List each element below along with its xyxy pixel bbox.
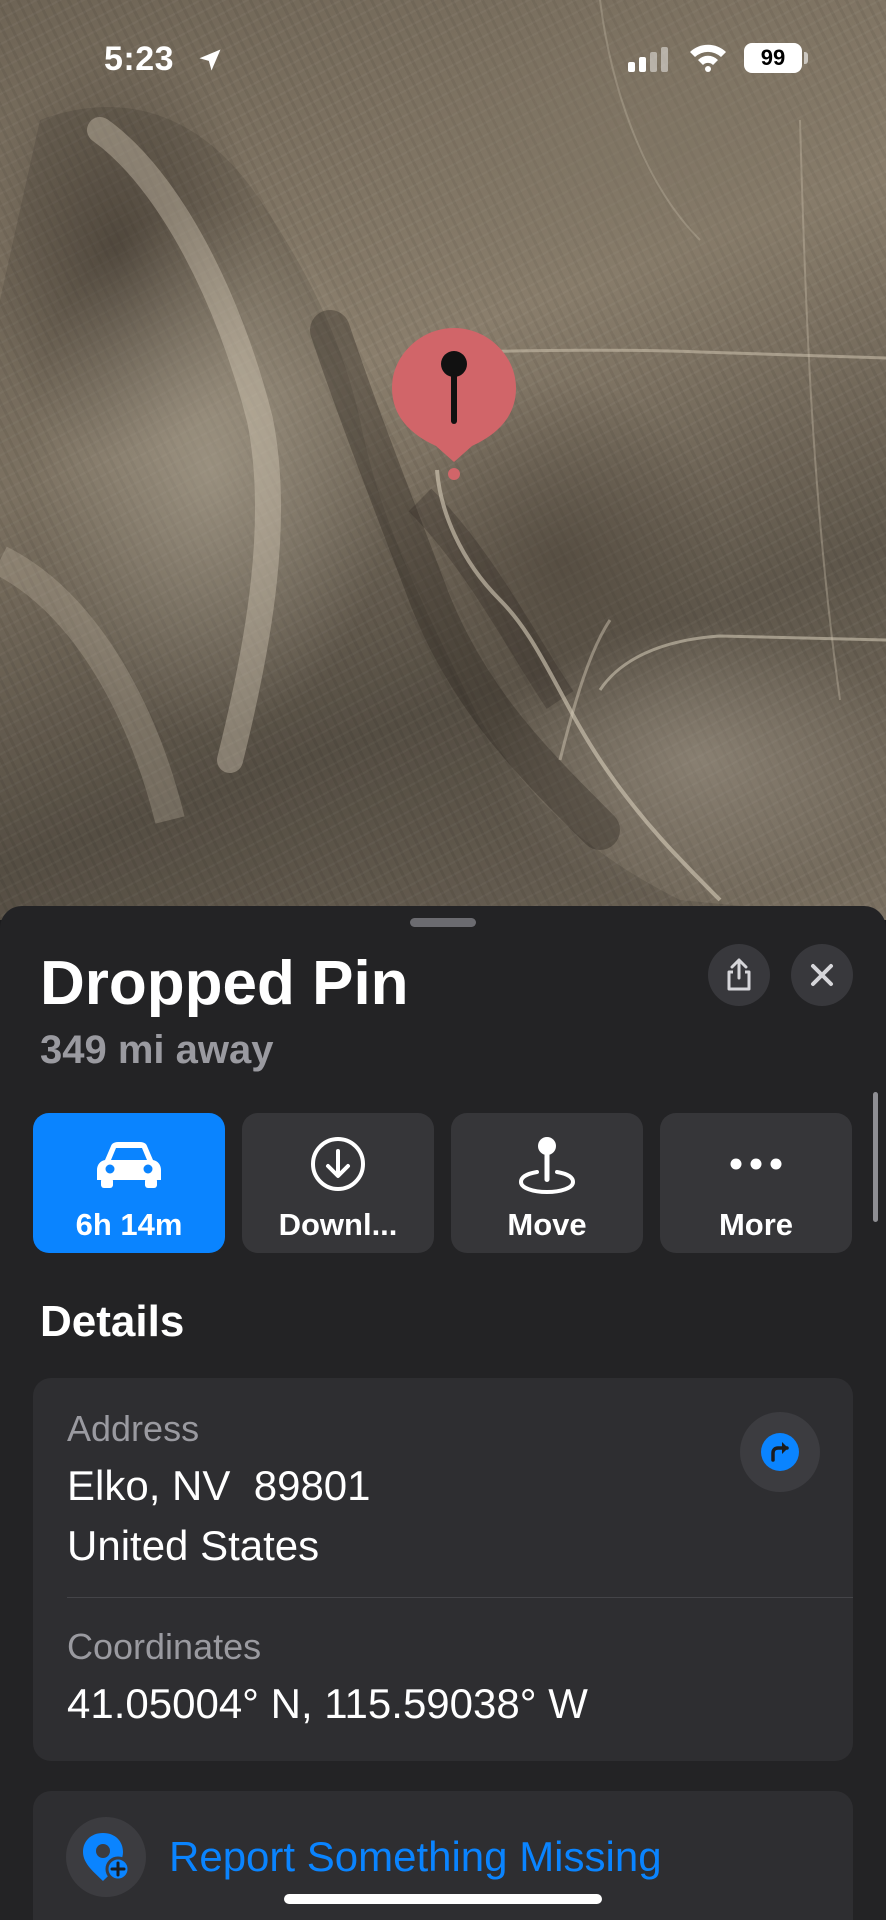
share-icon	[727, 958, 751, 991]
share-button[interactable]	[708, 944, 770, 1006]
download-label: Downl...	[278, 1207, 398, 1242]
ellipsis-icon	[730, 1158, 782, 1170]
add-place-pin-icon	[83, 1833, 131, 1882]
close-button[interactable]	[791, 944, 853, 1006]
move-label: Move	[507, 1207, 587, 1242]
scroll-indicator	[873, 1092, 878, 1222]
report-icon-container	[66, 1817, 146, 1897]
sheet-grabber[interactable]	[410, 918, 476, 927]
details-card: Address Elko, NV 89801 United States Coo…	[33, 1378, 853, 1761]
details-divider	[67, 1597, 853, 1598]
satellite-map[interactable]: 5:23 99	[0, 0, 886, 920]
cellular-signal-icon	[628, 47, 668, 72]
drive-time-label: 6h 14m	[75, 1207, 183, 1242]
move-pin-icon	[518, 1137, 576, 1195]
home-indicator[interactable]	[284, 1894, 602, 1904]
address-line-2[interactable]: United States	[67, 1516, 319, 1576]
wifi-icon	[690, 44, 726, 72]
place-card-sheet: Dropped Pin 349 mi away 6h 14m Downl... …	[0, 906, 886, 1920]
battery-icon: 99	[744, 43, 802, 73]
address-label: Address	[67, 1408, 200, 1449]
details-heading: Details	[40, 1297, 185, 1346]
download-icon	[311, 1137, 365, 1191]
place-title: Dropped Pin	[40, 949, 409, 1018]
dropped-pin-marker[interactable]	[392, 326, 516, 486]
place-distance: 349 mi away	[40, 1028, 274, 1072]
status-bar: 5:23 99	[0, 0, 886, 120]
download-button[interactable]: Downl...	[242, 1113, 434, 1253]
close-icon	[811, 964, 833, 986]
turn-arrow-icon	[761, 1433, 799, 1471]
battery-tip	[804, 52, 808, 64]
move-pin-button[interactable]: Move	[451, 1113, 643, 1253]
location-arrow-icon	[199, 49, 221, 71]
more-label: More	[718, 1207, 794, 1242]
status-time: 5:23	[104, 40, 175, 78]
car-icon	[97, 1142, 161, 1188]
directions-drive-button[interactable]: 6h 14m	[33, 1113, 225, 1253]
report-label: Report Something Missing	[169, 1833, 662, 1880]
address-line-1[interactable]: Elko, NV 89801	[67, 1456, 371, 1516]
more-button[interactable]: More	[660, 1113, 852, 1253]
coordinates-value[interactable]: 41.05004° N, 115.59038° W	[67, 1674, 588, 1734]
action-button-row: 6h 14m Downl... Move More	[33, 1113, 853, 1253]
coordinates-label: Coordinates	[67, 1626, 262, 1667]
address-directions-button[interactable]	[740, 1412, 820, 1492]
